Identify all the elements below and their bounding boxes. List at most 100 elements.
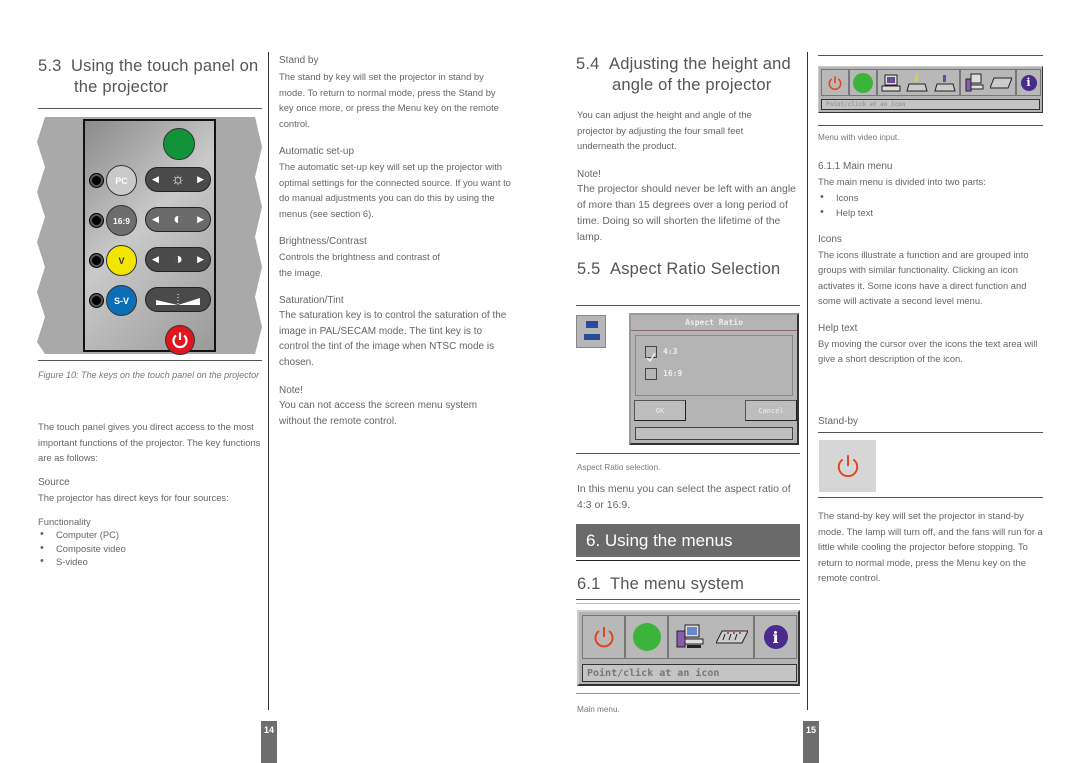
computer-setup-icon[interactable] — [675, 623, 705, 651]
section-title-cont: the projector — [74, 78, 169, 96]
video-menu-source-group — [877, 69, 960, 96]
brightness-heading: Brightness/Contrast — [279, 236, 367, 247]
ratio-4-3-badge — [586, 321, 598, 328]
ratio-16-9-badge — [584, 334, 600, 340]
option-16-9-checkbox[interactable] — [645, 368, 657, 380]
option-16-9-label: 16:9 — [663, 369, 683, 378]
main-menu-window: i Point/click at an icon — [577, 610, 800, 686]
power-icon — [837, 455, 858, 478]
list-item: Help text — [818, 205, 1046, 220]
sun-icon: ☼ — [170, 170, 186, 188]
aspect-ratio-menu-icon[interactable] — [576, 315, 606, 348]
video-menu-info-button[interactable]: i — [1016, 69, 1041, 96]
list-item: S-video — [38, 555, 126, 569]
section-title: The menu system — [610, 575, 745, 593]
section-number: 5.3 — [38, 57, 62, 75]
main-menu-text: The main menu is divided into two parts: — [818, 176, 986, 187]
checkmark-icon — [646, 352, 656, 363]
video-help-text-bar: Point/click at an icon — [821, 99, 1040, 110]
height-angle-text: You can adjust the height and angle of t… — [577, 109, 752, 151]
pc-key-label: PC — [115, 175, 128, 186]
option-4-3-checkbox[interactable] — [645, 346, 657, 363]
heading-rule — [38, 108, 262, 109]
figure-caption: Figure 10: The keys on the touch panel o… — [38, 370, 260, 380]
list-item: Computer (PC) — [38, 528, 126, 542]
svideo-led-indicator — [90, 294, 103, 307]
video2-source-icon[interactable] — [934, 74, 956, 92]
menu-standby-button[interactable] — [582, 615, 625, 659]
chapter-rule — [576, 560, 800, 561]
heading-rule — [818, 432, 1043, 433]
section-5-4-heading: 5.4 Adjusting the height and angle of the… — [576, 54, 806, 96]
left-column-2: Stand by The stand by key will set the p… — [279, 53, 511, 429]
svideo-key-label: S-V — [113, 295, 129, 306]
standby-icon-box — [819, 440, 876, 492]
svideo-source-key[interactable]: S-V — [106, 285, 137, 316]
menu-info-button[interactable]: i — [754, 615, 797, 659]
video-led-indicator — [90, 254, 103, 267]
tint-icon: ◑ — [173, 250, 183, 268]
functionality-list: Computer (PC) Composite video S-video — [38, 528, 126, 569]
video-menu-caption: Menu with video input. — [818, 133, 900, 142]
main-menu-parts-list: Icons Help text — [818, 190, 1046, 220]
video1-source-icon[interactable] — [906, 74, 929, 92]
autosetup-text: The automatic set-up key will set up the… — [279, 161, 511, 219]
video-menu-standby-button[interactable] — [821, 69, 849, 96]
video-menu-green-button[interactable] — [849, 69, 877, 96]
options-frame: 4:3 16:9 — [635, 335, 793, 396]
note-text: The projector should never be left with … — [577, 184, 796, 243]
green-circle-icon — [853, 72, 873, 93]
chapter-title: 6. Using the menus — [586, 530, 733, 550]
video-source-key[interactable]: V — [106, 245, 137, 276]
right-page-column-divider — [807, 52, 808, 710]
pc-source-key[interactable]: PC — [106, 165, 137, 196]
helptext-text: By moving the cursor over the icons the … — [818, 337, 1038, 365]
green-key[interactable] — [163, 128, 195, 160]
option-4-3-label: 4:3 — [663, 347, 678, 356]
dialog-status-bar — [635, 427, 793, 440]
note-heading: Note! — [279, 385, 303, 396]
figure-rule — [818, 497, 1043, 498]
info-icon: i — [763, 625, 788, 649]
brightness-text: Controls the brightness and contrast of … — [279, 251, 441, 278]
ratio-led-indicator — [90, 214, 103, 227]
figure-rule — [576, 693, 800, 694]
saturation-text: The saturation key is to control the sat… — [279, 310, 507, 368]
section-6-1-heading: 6.1 The menu system — [577, 574, 744, 595]
computer-source-icon[interactable] — [881, 74, 901, 92]
auto-setup-key[interactable] — [145, 287, 211, 312]
contrast-key[interactable]: ◀ ◐ ▶ — [145, 207, 211, 232]
contrast-icon: ◐ — [173, 210, 183, 228]
figure-rule — [818, 125, 1043, 126]
heading-rule — [576, 599, 800, 600]
left-arrow-icon: ◀ — [152, 254, 159, 264]
left-arrow-icon: ◀ — [152, 174, 159, 184]
note-heading: Note! — [577, 169, 601, 180]
keyboard-icon[interactable] — [715, 629, 748, 645]
helptext-heading: Help text — [818, 322, 858, 334]
power-icon — [172, 332, 188, 349]
section-number: 6.1 — [577, 575, 601, 593]
standby-heading: Stand-by — [818, 416, 859, 427]
section-5-5-heading: 5.5 Aspect Ratio Selection — [577, 259, 780, 280]
aspect-ratio-key[interactable]: 16:9 — [106, 205, 137, 236]
brightness-key[interactable]: ◀ ☼ ▶ — [145, 167, 211, 192]
section-title: Using the touch panel on — [71, 57, 259, 75]
cancel-button[interactable]: Cancel — [745, 400, 797, 421]
standby-key[interactable] — [165, 325, 195, 355]
power-icon — [828, 75, 842, 90]
source-text: The projector has direct keys for four s… — [38, 492, 229, 503]
help-text-bar: Point/click at an icon — [582, 664, 797, 682]
section-title-cont: angle of the projector — [612, 76, 772, 94]
video-menu-settings-group — [960, 69, 1016, 96]
saturation-tint-key[interactable]: ◀ ◑ ▶ — [145, 247, 211, 272]
figure-rule — [576, 453, 800, 454]
saturation-heading: Saturation/Tint — [279, 295, 344, 306]
ok-button[interactable]: OK — [634, 400, 686, 421]
keyboard-icon[interactable] — [990, 77, 1012, 89]
computer-setup-icon[interactable] — [964, 73, 984, 93]
touch-panel: PC ◀ ☼ ▶ 16:9 ◀ ◐ ▶ V ◀ ◑ ▶ S-V — [83, 119, 216, 355]
section-number: 5.4 — [576, 55, 600, 73]
right-arrow-icon: ▶ — [197, 214, 204, 224]
menu-green-button[interactable] — [625, 615, 668, 659]
